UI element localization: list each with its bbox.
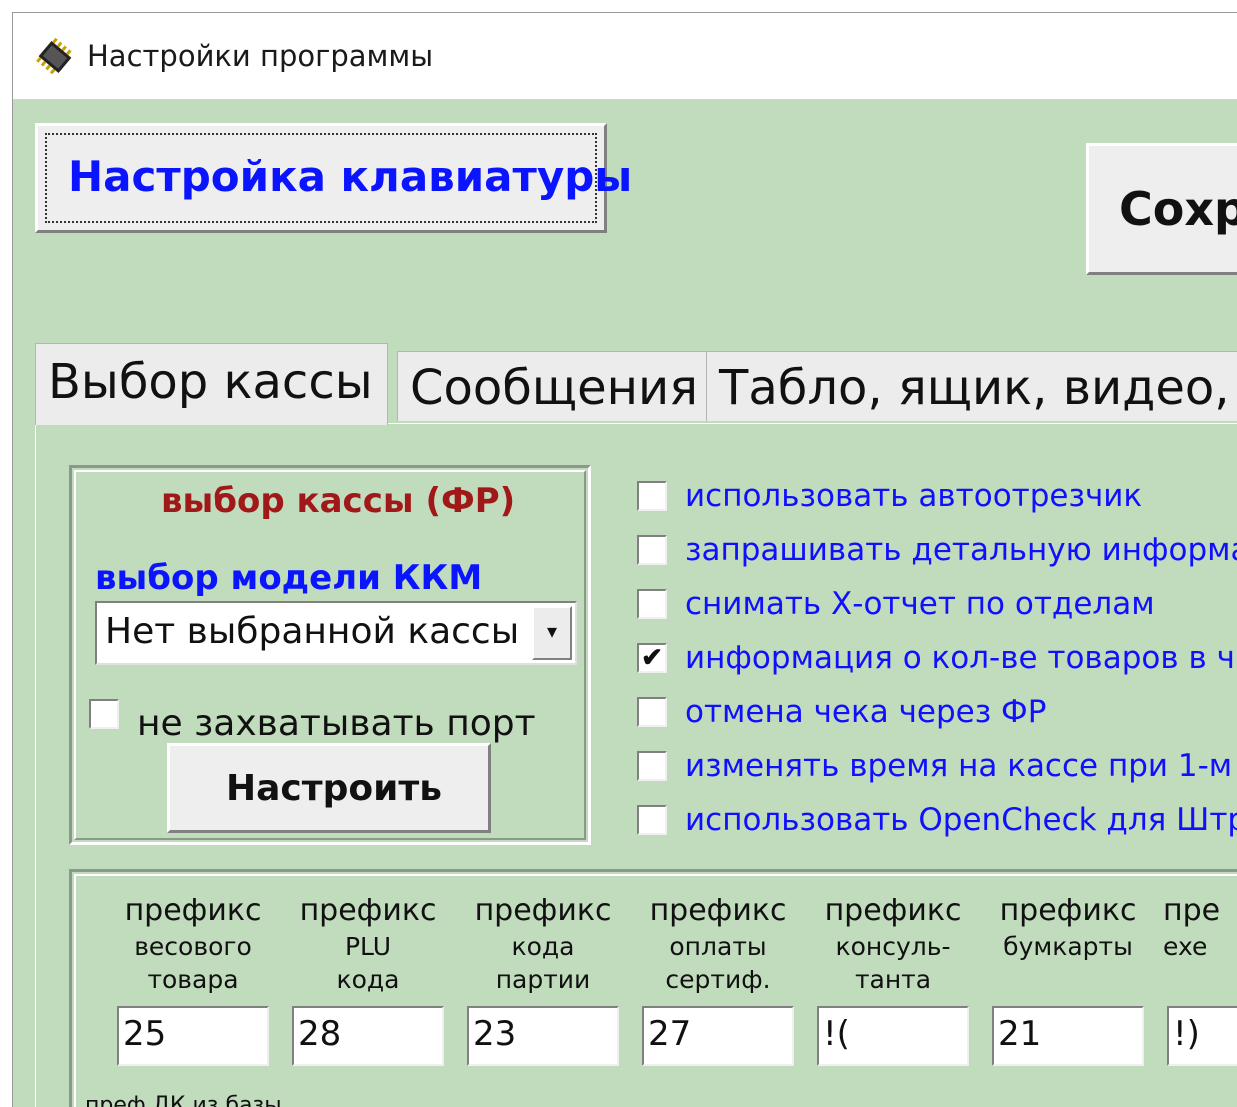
prefix-weight-input[interactable]: 25 <box>117 1006 269 1066</box>
dk-prefix-from-db-label: преф ДК из базы <box>85 1093 282 1107</box>
kkm-model-label: выбор модели ККМ <box>95 558 483 598</box>
option-label-opencheck: использовать OpenCheck для Штр <box>685 802 1237 838</box>
prefix-plu-input[interactable]: 28 <box>292 1006 444 1066</box>
prefix-sublabel: консуль- <box>835 932 951 961</box>
prefix-sublabel: exe <box>1163 932 1208 961</box>
prefix-label: префикс <box>474 893 612 928</box>
prefix-sublabel: кода <box>511 932 575 961</box>
prefix-column-exe: пре exe <box>1163 893 1237 961</box>
no-port-label: не захватывать порт <box>137 703 536 744</box>
kassa-group-title: выбор кассы (ФР) <box>161 481 516 521</box>
option-label-autocutter: использовать автоотрезчик <box>685 478 1143 514</box>
tab-strip: Выбор кассы Сообщения Табло, ящик, видео… <box>35 343 1237 425</box>
tab-kassa-selection[interactable]: Выбор кассы <box>35 343 388 425</box>
tab-display-drawer-video[interactable]: Табло, ящик, видео, в <box>706 351 1237 421</box>
kkm-model-value: Нет выбранной кассы <box>105 611 520 652</box>
prefix-label: префикс <box>299 893 437 928</box>
prefix-sublabel: кода <box>336 965 400 994</box>
option-checkbox-change-time[interactable] <box>637 751 667 781</box>
prefix-column-papercard: префикс бумкарты <box>983 893 1153 965</box>
prefix-sublabel: танта <box>854 965 932 994</box>
prefix-sublabel: весового <box>134 932 252 961</box>
title-bar: Настройки программы <box>13 13 1237 100</box>
option-checkbox-autocutter[interactable] <box>637 481 667 511</box>
prefix-label: префикс <box>999 893 1137 928</box>
window-title: Настройки программы <box>87 39 434 73</box>
keyboard-settings-label: Настройка клавиатуры <box>68 152 633 201</box>
prefix-label: префикс <box>124 893 262 928</box>
option-label-x-report: снимать Х-отчет по отделам <box>685 586 1155 622</box>
option-checkbox-detailed-info[interactable] <box>637 535 667 565</box>
prefix-column-certificate: префикс оплаты сертиф. <box>633 893 803 994</box>
option-label-cancel-via-fr: отмена чека через ФР <box>685 694 1047 730</box>
option-label-change-time: изменять время на кассе при 1-м <box>685 748 1233 784</box>
option-label-detailed-info: запрашивать детальную информа <box>685 532 1237 568</box>
prefix-column-batch: префикс кода партии <box>458 893 628 994</box>
option-checkbox-cancel-via-fr[interactable] <box>637 697 667 727</box>
option-checkbox-items-count[interactable]: ✔ <box>637 643 667 673</box>
save-button-label: Сохр <box>1119 182 1237 236</box>
no-port-checkbox[interactable] <box>89 699 119 729</box>
prefix-sublabel: PLU <box>344 932 392 961</box>
prefix-column-plu: префикс PLU кода <box>283 893 453 994</box>
save-button[interactable]: Сохр <box>1086 143 1237 275</box>
prefix-sublabel: сертиф. <box>665 965 771 994</box>
prefix-column-consultant: префикс консуль- танта <box>808 893 978 994</box>
prefix-papercard-input[interactable]: 21 <box>992 1006 1144 1066</box>
chip-icon <box>36 37 72 75</box>
prefix-sublabel: бумкарты <box>1003 932 1133 961</box>
prefix-sublabel: оплаты <box>669 932 767 961</box>
prefix-certificate-input[interactable]: 27 <box>642 1006 794 1066</box>
prefix-sublabel: товара <box>147 965 239 994</box>
prefix-batch-input[interactable]: 23 <box>467 1006 619 1066</box>
option-checkbox-opencheck[interactable] <box>637 805 667 835</box>
prefix-sublabel: партии <box>495 965 591 994</box>
prefix-consultant-input[interactable]: !( <box>817 1006 969 1066</box>
setup-button[interactable]: Настроить <box>167 743 491 833</box>
prefix-exe-input[interactable]: !) <box>1167 1006 1237 1066</box>
prefix-label: пре <box>1163 893 1221 928</box>
option-label-items-count: информация о кол-ве товаров в ч <box>685 640 1235 676</box>
check-mark-icon: ✔ <box>641 642 663 672</box>
setup-button-label: Настроить <box>226 768 442 809</box>
settings-window: Настройки программы Настройка клавиатуры… <box>12 12 1237 1107</box>
keyboard-settings-button[interactable]: Настройка клавиатуры <box>35 123 632 233</box>
option-checkbox-x-report[interactable] <box>637 589 667 619</box>
kkm-model-select[interactable]: Нет выбранной кассы ▾ <box>95 601 577 665</box>
tab-messages[interactable]: Сообщения <box>397 351 714 421</box>
prefix-label: префикс <box>824 893 962 928</box>
chevron-down-icon[interactable]: ▾ <box>532 606 572 660</box>
prefix-column-weight: префикс весового товара <box>108 893 278 994</box>
prefix-label: префикс <box>649 893 787 928</box>
